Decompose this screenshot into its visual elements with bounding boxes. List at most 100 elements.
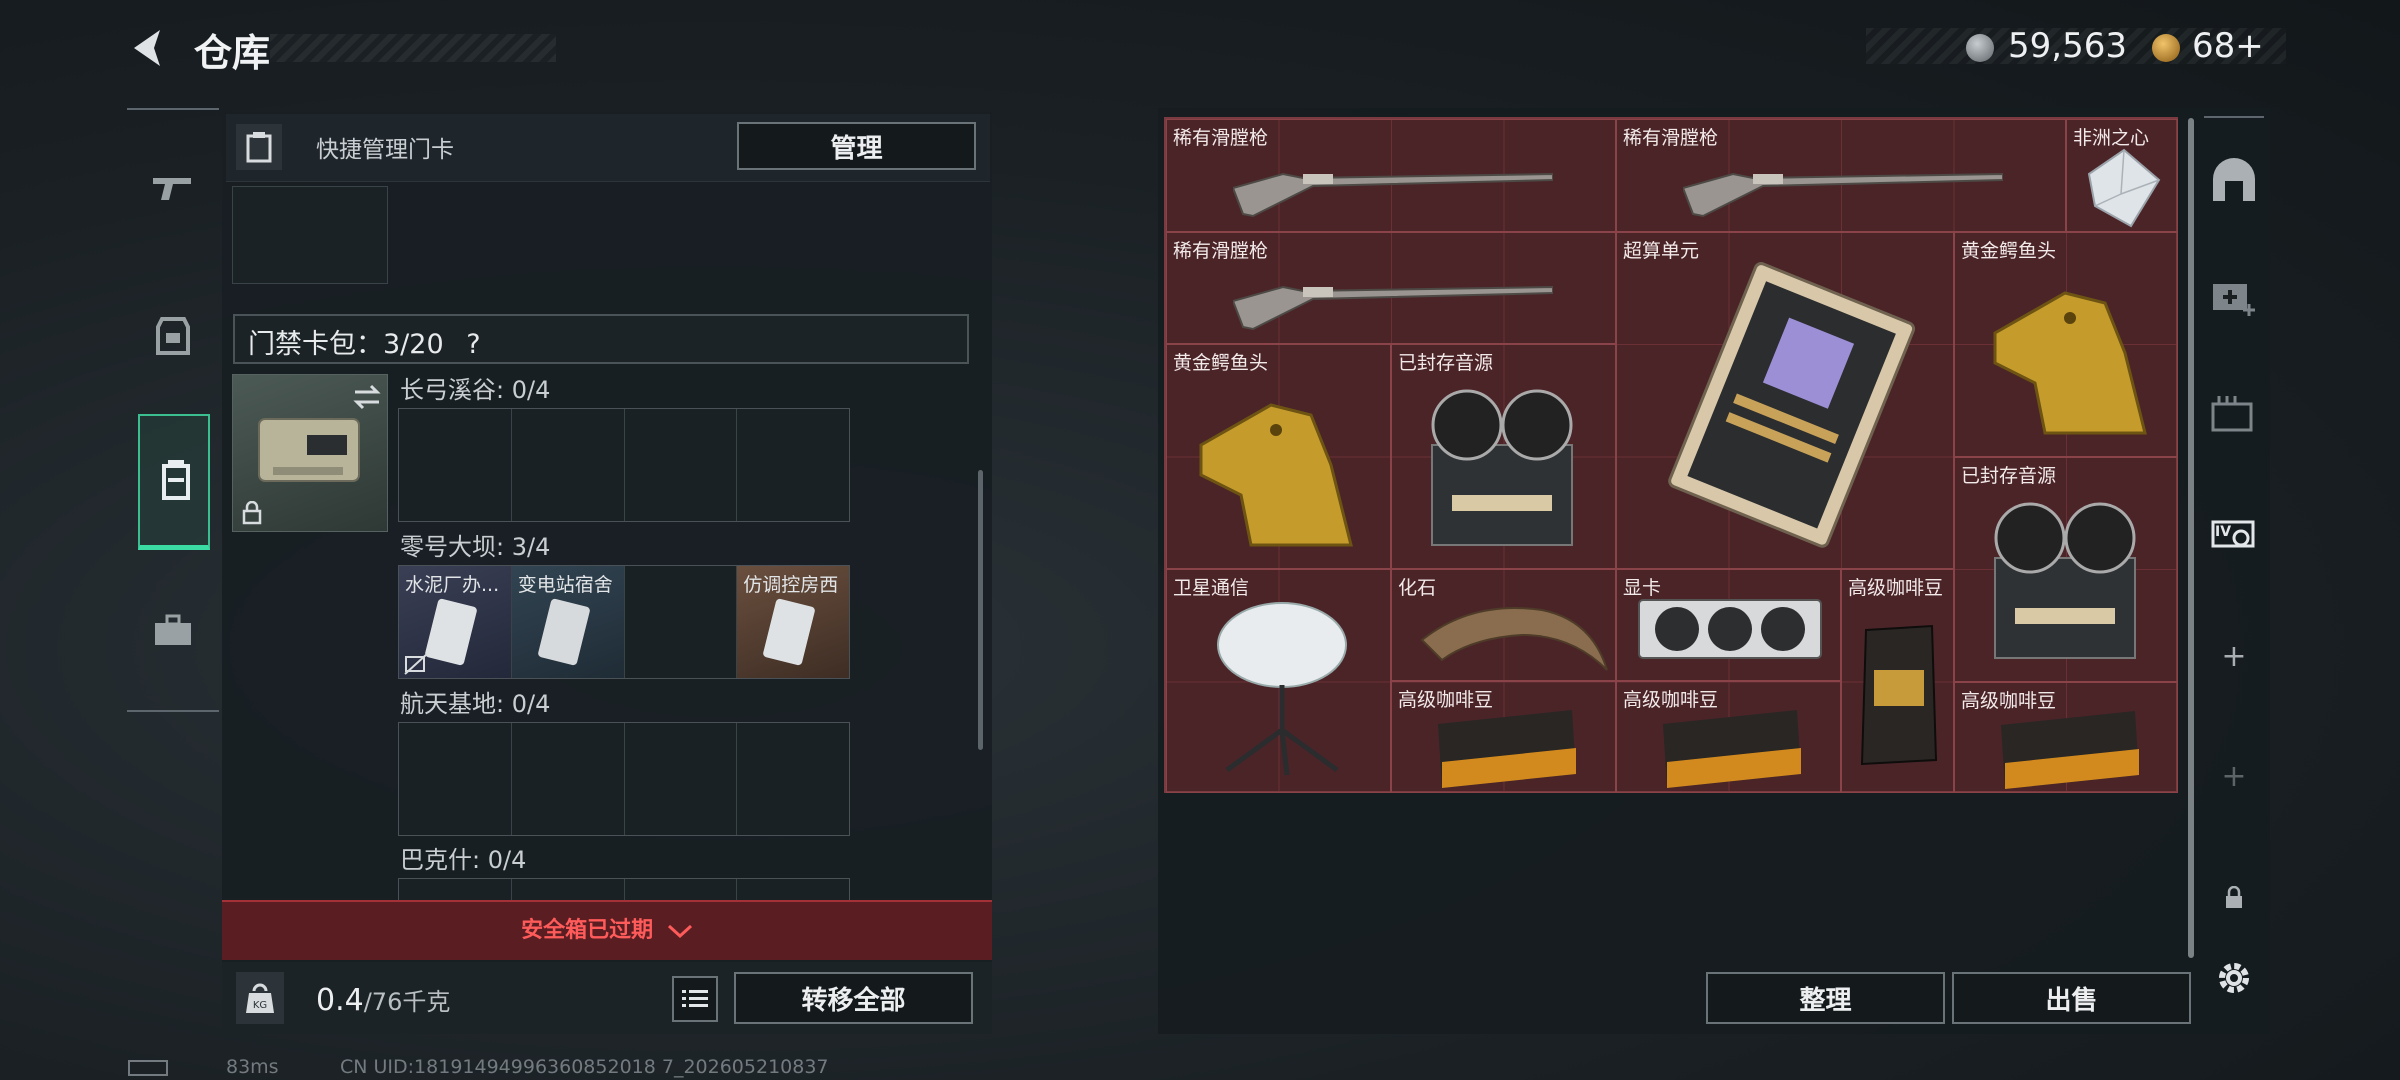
stash-item[interactable]: 高级咖啡豆 (1954, 682, 2178, 793)
keycard-slot[interactable] (512, 879, 625, 900)
container-item[interactable] (232, 186, 388, 284)
expired-icon (404, 653, 428, 675)
keycard-slot[interactable] (625, 723, 738, 835)
keycard-slot[interactable]: 仿调控房西 (737, 566, 849, 678)
medkit-add-icon (2213, 284, 2255, 316)
stash-home-tab[interactable] (2206, 152, 2262, 208)
item-name: 稀有滑膛枪 (1173, 240, 1269, 262)
stash-item[interactable]: 已封存音源 (1954, 457, 2178, 682)
keycard-slot[interactable] (625, 879, 738, 900)
stash-item[interactable]: 稀有滑膛枪 (1166, 119, 1616, 232)
keycard-slot[interactable] (625, 409, 738, 521)
keycard-slot[interactable] (737, 723, 849, 835)
swap-icon[interactable] (351, 383, 383, 411)
ping-readout: 83ms (226, 1056, 279, 1078)
stash-item[interactable]: 化石 (1391, 569, 1616, 681)
list-view-button[interactable] (672, 976, 718, 1022)
stash-item[interactable]: 高级咖啡豆 (1391, 681, 1616, 793)
ticket-amount-value: 68 (2192, 26, 2236, 66)
gun-icon (153, 178, 191, 200)
nav-weapons[interactable] (127, 142, 219, 234)
area-label: 零号大坝: 3/4 (400, 533, 551, 561)
nav-supplies[interactable] (127, 584, 219, 676)
keycard-slot[interactable] (512, 723, 625, 835)
arch-icon (2213, 158, 2255, 201)
stash-item[interactable]: 稀有滑膛枪 (1166, 232, 1616, 344)
card-pack-count: 门禁卡包：3/20 (248, 329, 444, 360)
keycard-slot[interactable] (625, 566, 738, 678)
keycard-slot[interactable] (399, 409, 512, 521)
manage-button[interactable]: 管理 (737, 122, 976, 170)
currency-amount: 59,563 (2008, 26, 2127, 66)
satellite-dish-image (1217, 602, 1347, 776)
coffee-bag-image (1438, 710, 1576, 788)
nav-keycards[interactable] (138, 414, 210, 550)
keycard-name: 水泥厂办... (405, 574, 500, 596)
stash-medical-tab[interactable] (2206, 268, 2262, 324)
clipboard-icon (236, 124, 282, 170)
coffee-bag-image (1860, 624, 1938, 766)
help-icon[interactable]: ? (466, 329, 480, 360)
stash-item[interactable]: 高级咖啡豆 (1616, 681, 1841, 793)
stash-scrollbar[interactable] (2188, 118, 2194, 958)
stash-item[interactable]: 显卡 (1616, 569, 1841, 681)
stash-item[interactable]: 已封存音源 (1391, 344, 1616, 569)
keycard-name: 仿调控房西 (743, 574, 839, 596)
safe-box-status[interactable]: 安全箱已过期 (222, 912, 992, 944)
coffee-bag-image (2001, 711, 2139, 789)
keycard-slot[interactable]: 水泥厂办... (399, 566, 512, 678)
stash-item[interactable]: 超算单元 (1616, 232, 1954, 569)
stash-item[interactable]: 非洲之心 (2066, 119, 2178, 232)
weight-icon: KG (236, 972, 284, 1024)
item-name: 黄金鳄鱼头 (1961, 240, 2057, 262)
title-decoration (270, 34, 556, 62)
stash-item[interactable]: 黄金鳄鱼头 (1166, 344, 1391, 569)
stash-item[interactable]: 稀有滑膛枪 (1616, 119, 2066, 232)
tier-iv-icon: IV (2211, 520, 2255, 548)
toolbox-icon (155, 614, 191, 645)
computing-unit-image (1668, 262, 1916, 548)
reel-recorder-image (1431, 389, 1573, 546)
ticket-amount[interactable]: 68+ (2192, 26, 2264, 66)
stash-tier-iv-tab[interactable]: IV (2206, 506, 2262, 562)
sell-button[interactable]: 出售 (1952, 972, 2191, 1024)
stash-item[interactable]: 高级咖啡豆 (1841, 569, 1954, 793)
back-button[interactable] (124, 24, 172, 72)
area-label: 长弓溪谷: 0/4 (400, 376, 551, 404)
musket-image (1683, 172, 2003, 218)
stash-ammo-tab[interactable] (2206, 384, 2262, 440)
item-name: 已封存音源 (1961, 465, 2057, 487)
golden-croc-head-image (1993, 291, 2147, 435)
settings-gear-icon[interactable] (2206, 950, 2262, 1006)
stash-item[interactable]: 黄金鳄鱼头 (1954, 232, 2178, 457)
list-icon (682, 990, 708, 1007)
add-page-icon[interactable]: + (2206, 628, 2262, 684)
keycard-slot[interactable] (737, 409, 849, 521)
golden-croc-head-image (1199, 403, 1353, 547)
nav-equipment[interactable] (127, 290, 219, 382)
keycard-slot[interactable] (399, 723, 512, 835)
stash-item[interactable]: 卫星通信 (1166, 569, 1391, 793)
keycard-scrollbar[interactable] (978, 470, 983, 750)
keycard-slot[interactable] (512, 409, 625, 521)
coffee-bag-image (1663, 710, 1801, 788)
area-label: 巴克什: 0/4 (400, 846, 527, 874)
sort-button[interactable]: 整理 (1706, 972, 1945, 1024)
area-slot-grid (398, 722, 850, 836)
keycard-icon (162, 460, 190, 500)
diamond-image (2087, 148, 2161, 228)
reel-recorder-image (1994, 502, 2136, 659)
musket-image (1233, 172, 1553, 218)
item-name: 稀有滑膛枪 (1173, 127, 1269, 149)
add-page-disabled-icon: + (2221, 758, 2247, 794)
add-ticket-icon[interactable]: + (2235, 26, 2264, 66)
keycard-slot[interactable]: 变电站宿舍 (511, 566, 625, 678)
coin-icon (1966, 34, 1994, 62)
keycard-pack-item[interactable] (232, 374, 388, 532)
lock-icon[interactable] (2206, 870, 2262, 926)
keycard-slot[interactable] (737, 879, 849, 900)
transfer-all-button[interactable]: 转移全部 (734, 972, 973, 1024)
gpu-image (1638, 599, 1822, 659)
svg-text:KG: KG (253, 1000, 267, 1011)
keycard-slot[interactable] (399, 879, 512, 900)
